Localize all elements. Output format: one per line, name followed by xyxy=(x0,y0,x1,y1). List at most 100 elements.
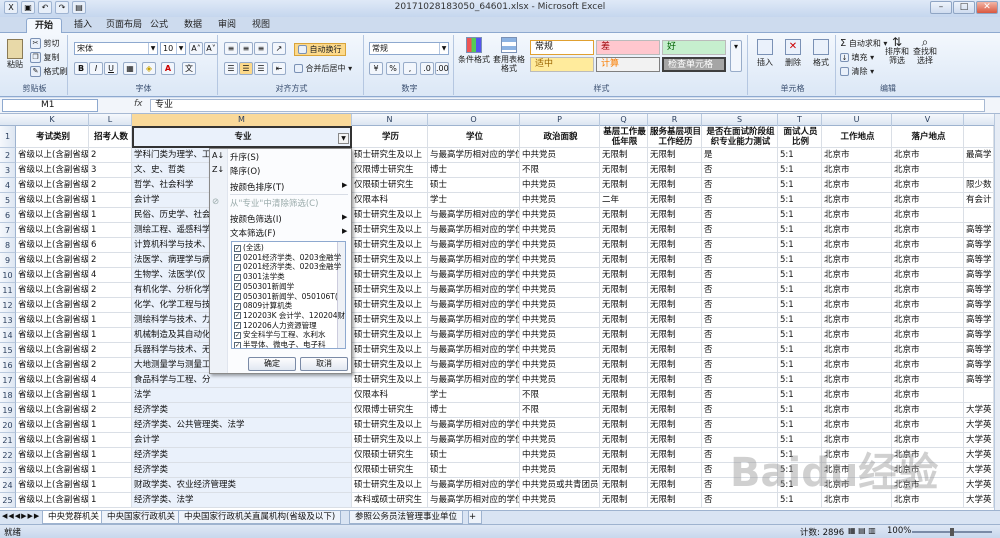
table-cell[interactable]: 硕士研究生及以上 xyxy=(352,313,428,328)
table-cell[interactable]: 食品科学与工程、分 xyxy=(132,373,352,388)
sheet-nav-icon[interactable]: ◀◀◀▶▶▶ xyxy=(2,512,40,520)
table-cell[interactable]: 北京市 xyxy=(822,208,892,223)
table-cell[interactable]: 5:1 xyxy=(778,418,822,433)
table-cell[interactable]: 北京市 xyxy=(892,403,964,418)
checkbox-icon[interactable]: ✓ xyxy=(234,293,241,300)
table-cell[interactable]: 中共党员 xyxy=(520,148,600,163)
autosum-button[interactable]: Σ 自动求和 ▾ xyxy=(840,38,887,49)
table-cell[interactable] xyxy=(964,388,994,403)
table-cell[interactable]: 北京市 xyxy=(822,223,892,238)
column-header-q[interactable]: Q xyxy=(600,114,648,126)
table-cell[interactable]: 北京市 xyxy=(892,223,964,238)
table-cell[interactable]: 高等学 xyxy=(964,328,994,343)
table-cell[interactable]: 无限制 xyxy=(600,463,648,478)
insert-cells-button[interactable]: 插入 xyxy=(752,39,778,68)
row-header[interactable]: 8 xyxy=(0,238,16,253)
table-cell[interactable]: 无限制 xyxy=(648,493,702,508)
table-cell[interactable]: 省级以上(含副省级) xyxy=(16,193,89,208)
table-cell[interactable]: 大学英 xyxy=(964,448,994,463)
table-cell[interactable]: 5:1 xyxy=(778,193,822,208)
sheet-tab[interactable]: 中央党群机关 xyxy=(42,511,106,524)
row-header[interactable]: 6 xyxy=(0,208,16,223)
row-header[interactable]: 25 xyxy=(0,493,16,508)
checkbox-icon[interactable]: ✓ xyxy=(234,283,241,291)
table-cell[interactable]: 北京市 xyxy=(892,298,964,313)
filter-value-item[interactable]: ✓ 050301新闻学、050106T( xyxy=(234,292,338,301)
table-cell[interactable] xyxy=(964,163,994,178)
table-cell[interactable]: 硕士研究生及以上 xyxy=(352,418,428,433)
table-cell[interactable]: 5:1 xyxy=(778,403,822,418)
header-cell-m[interactable]: 专业 ▼ xyxy=(132,126,352,148)
table-cell[interactable]: 2 xyxy=(89,298,132,313)
table-cell[interactable]: 北京市 xyxy=(822,388,892,403)
table-cell[interactable]: 北京市 xyxy=(892,358,964,373)
header-cell-r[interactable]: 服务基层项目工作经历 xyxy=(648,126,702,148)
table-cell[interactable]: 5:1 xyxy=(778,148,822,163)
filter-value-item[interactable]: ✓ 0301法学类 xyxy=(234,272,285,281)
table-cell[interactable]: 经济学类 xyxy=(132,463,352,478)
header-cell-n[interactable]: 学历 xyxy=(352,126,428,148)
table-cell[interactable]: 省级以上(含副省级) xyxy=(16,268,89,283)
paste-button[interactable]: 粘贴 xyxy=(6,39,24,70)
tab-home[interactable]: 开始 xyxy=(26,18,63,33)
table-cell[interactable]: 硕士研究生及以上 xyxy=(352,148,428,163)
table-cell[interactable]: 1 xyxy=(89,478,132,493)
table-cell[interactable]: 仅限硕士研究生 xyxy=(352,448,428,463)
table-cell[interactable]: 无限制 xyxy=(600,433,648,448)
row-header[interactable]: 12 xyxy=(0,298,16,313)
table-cell[interactable]: 硕士研究生及以上 xyxy=(352,283,428,298)
table-cell[interactable]: 2 xyxy=(89,358,132,373)
zoom-slider[interactable] xyxy=(912,528,992,536)
table-cell[interactable]: 北京市 xyxy=(822,298,892,313)
table-cell[interactable]: 省级以上(含副省级) xyxy=(16,238,89,253)
header-cell-v[interactable]: 落户地点 xyxy=(892,126,964,148)
table-cell[interactable]: 高等学 xyxy=(964,253,994,268)
table-cell[interactable]: 无限制 xyxy=(648,283,702,298)
table-cell[interactable]: 否 xyxy=(702,178,778,193)
table-cell[interactable]: 硕士研究生及以上 xyxy=(352,238,428,253)
table-cell[interactable]: 经济学类、法学 xyxy=(132,493,352,508)
filter-value-item[interactable]: ✓ 050301新闻学 xyxy=(234,282,294,291)
table-cell[interactable]: 仅限硕士研究生 xyxy=(352,463,428,478)
table-cell[interactable]: 北京市 xyxy=(892,193,964,208)
column-header-u[interactable]: U xyxy=(822,114,892,126)
filter-by-color-item[interactable]: 按颜色筛选(I) ▶ xyxy=(230,213,347,225)
table-cell[interactable]: 无限制 xyxy=(648,388,702,403)
table-cell[interactable]: 4 xyxy=(89,268,132,283)
cancel-button[interactable]: 取消 xyxy=(300,357,348,371)
table-cell[interactable]: 硕士研究生及以上 xyxy=(352,373,428,388)
table-cell[interactable]: 2 xyxy=(89,148,132,163)
tab-view[interactable]: 视图 xyxy=(244,18,278,33)
column-header-l[interactable]: L xyxy=(89,114,132,126)
font-size-select[interactable]: 10 ▼ xyxy=(160,42,186,55)
row-header[interactable]: 24 xyxy=(0,478,16,493)
table-cell[interactable]: 是 xyxy=(702,148,778,163)
table-cell[interactable]: 无限制 xyxy=(600,343,648,358)
filter-value-item[interactable]: ✓ 0201经济学类、0203金融学 xyxy=(234,253,341,262)
row-header[interactable]: 15 xyxy=(0,343,16,358)
maximize-button[interactable]: □ xyxy=(953,1,975,14)
table-cell[interactable]: 北京市 xyxy=(892,373,964,388)
table-cell[interactable]: 2 xyxy=(89,343,132,358)
table-cell[interactable]: 中共党员 xyxy=(520,313,600,328)
table-cell[interactable]: 无限制 xyxy=(600,313,648,328)
table-cell[interactable]: 5:1 xyxy=(778,373,822,388)
row-header[interactable]: 18 xyxy=(0,388,16,403)
row-header[interactable]: 2 xyxy=(0,148,16,163)
clear-button[interactable]: 清除 ▾ xyxy=(840,66,874,77)
table-cell[interactable]: 5:1 xyxy=(778,268,822,283)
table-cell[interactable]: 无限制 xyxy=(600,163,648,178)
format-cells-button[interactable]: 格式 xyxy=(808,39,834,68)
zoom-level[interactable]: 100% xyxy=(887,526,911,536)
table-cell[interactable]: 不限 xyxy=(520,163,600,178)
checkbox-icon[interactable]: ✓ xyxy=(234,254,241,262)
table-cell[interactable]: 省级以上(含副省级) xyxy=(16,328,89,343)
view-mode-icons[interactable]: ▦ ▤ ▥ xyxy=(848,526,876,535)
filter-values-list[interactable]: ✓ (全选) ✓ 0201经济学类、0203金融学 ✓ 0201经济学类、0203金融学 ✓… xyxy=(231,241,346,349)
table-cell[interactable]: 与最高学历相对应的学位 xyxy=(428,343,520,358)
table-cell[interactable]: 2 xyxy=(89,178,132,193)
table-cell[interactable]: 会计学 xyxy=(132,433,352,448)
table-cell[interactable]: 大学英 xyxy=(964,478,994,493)
row-header[interactable]: 10 xyxy=(0,268,16,283)
table-cell[interactable]: 大学英 xyxy=(964,418,994,433)
